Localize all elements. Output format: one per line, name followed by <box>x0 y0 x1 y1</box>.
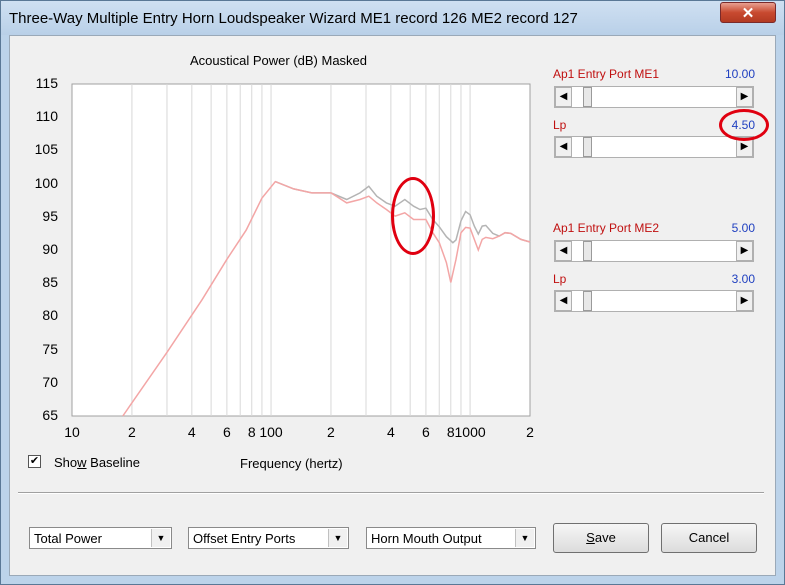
lp1-slider[interactable]: ◀ ▶ <box>554 136 754 158</box>
y-tick-label: 75 <box>42 340 58 357</box>
slider-thumb[interactable] <box>583 291 592 311</box>
entry-ports-select-value: Offset Entry Ports <box>193 531 296 546</box>
y-tick-label: 70 <box>42 373 58 390</box>
x-tick-label: 6 <box>222 424 231 440</box>
entry-ports-select[interactable]: Offset Entry Ports ▼ <box>188 527 349 549</box>
cancel-button[interactable]: Cancel <box>661 523 757 553</box>
x-tick-label: 1000 <box>454 424 486 440</box>
y-tick-label: 90 <box>42 241 58 257</box>
x-axis-label: Frequency (hertz) <box>240 456 343 471</box>
lp2-slider[interactable]: ◀ ▶ <box>554 290 754 312</box>
output-select[interactable]: Horn Mouth Output ▼ <box>366 527 536 549</box>
baseline-check-box[interactable]: ✔ <box>28 455 41 468</box>
save-button[interactable]: Save <box>553 523 649 553</box>
power-select-value: Total Power <box>34 531 102 546</box>
y-tick-label: 85 <box>42 274 58 291</box>
output-select-value: Horn Mouth Output <box>371 531 482 546</box>
x-tick-label: 100 <box>259 424 283 440</box>
y-tick-label: 80 <box>42 307 58 324</box>
scroll-left-icon[interactable]: ◀ <box>555 137 572 157</box>
x-tick-label: 2 <box>526 424 534 440</box>
y-tick-label: 110 <box>35 108 58 125</box>
me1-entry-port-value: 10.00 <box>724 67 755 81</box>
me2-entry-port-slider[interactable]: ◀ ▶ <box>554 240 754 262</box>
slider-thumb[interactable] <box>583 137 592 157</box>
me2-entry-port-value: 5.00 <box>731 221 755 235</box>
me1-entry-port-label: Ap1 Entry Port ME1 <box>553 67 660 81</box>
power-select[interactable]: Total Power ▼ <box>29 527 172 549</box>
lp2-label: Lp <box>553 272 567 286</box>
x-tick-label: 4 <box>187 424 196 440</box>
y-tick-label: 95 <box>42 207 58 224</box>
y-tick-label: 100 <box>34 174 58 191</box>
x-tick-label: 8 <box>446 424 455 440</box>
x-tick-label: 10 <box>64 424 80 440</box>
scroll-left-icon[interactable]: ◀ <box>555 241 572 261</box>
scroll-left-icon[interactable]: ◀ <box>555 87 572 107</box>
y-tick-label: 105 <box>34 141 58 158</box>
highlight-ring-lp1 <box>719 109 769 141</box>
show-baseline-label: Show Baseline <box>54 455 141 470</box>
x-tick-label: 2 <box>327 424 335 440</box>
scroll-right-icon[interactable]: ▶ <box>736 291 753 311</box>
me2-entry-port-label: Ap1 Entry Port ME2 <box>553 221 660 235</box>
chevron-down-icon[interactable]: ▼ <box>515 529 534 547</box>
x-tick-label: 8 <box>247 424 256 440</box>
lp1-label: Lp <box>553 118 567 132</box>
x-tick-label: 2 <box>128 424 136 440</box>
chevron-down-icon[interactable]: ▼ <box>328 529 347 547</box>
scroll-left-icon[interactable]: ◀ <box>555 291 572 311</box>
slider-thumb[interactable] <box>583 241 592 261</box>
highlight-ring-chart <box>391 177 435 255</box>
y-tick-label: 115 <box>35 75 58 91</box>
scroll-right-icon[interactable]: ▶ <box>736 87 753 107</box>
me1-entry-port-slider[interactable]: ◀ ▶ <box>554 86 754 108</box>
x-tick-label: 4 <box>386 424 395 440</box>
x-tick-label: 6 <box>422 424 430 440</box>
slider-thumb[interactable] <box>583 87 592 107</box>
scroll-right-icon[interactable]: ▶ <box>736 241 753 261</box>
lp2-value: 3.00 <box>731 272 755 286</box>
chevron-down-icon[interactable]: ▼ <box>151 529 170 547</box>
divider <box>18 492 764 494</box>
y-tick-label: 65 <box>42 407 58 423</box>
